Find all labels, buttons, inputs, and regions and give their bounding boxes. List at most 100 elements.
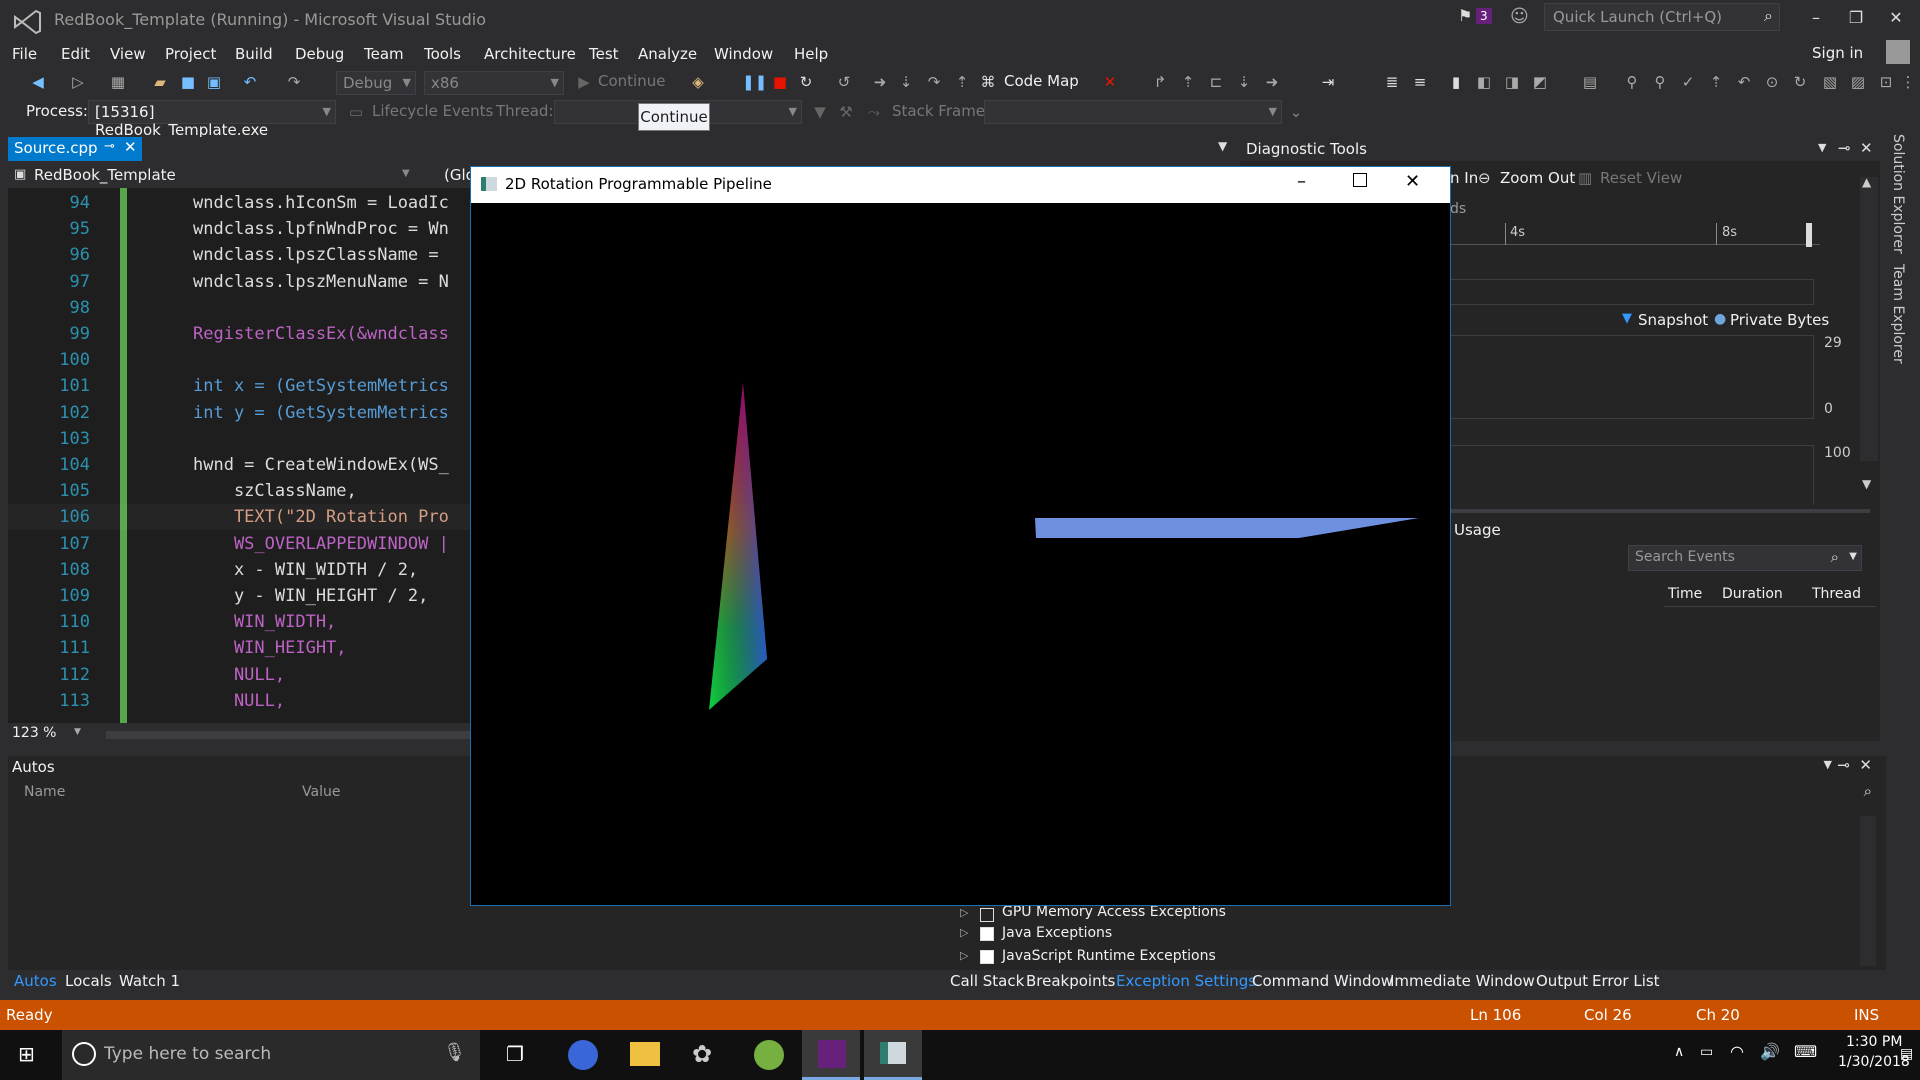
code-line[interactable]: 99 RegisterClassEx(&wndclass [8,321,470,347]
toolbar-icon-k[interactable]: ↶ [1734,72,1754,92]
tab-list-dropdown-icon[interactable]: ▼ [1218,139,1227,153]
code-line[interactable]: 101 int x = (GetSystemMetrics [8,373,470,399]
flag-threads-icon[interactable]: ⤳ [864,102,884,122]
zoom-out-icon[interactable]: ⊖ [1478,169,1491,187]
platform-dropdown[interactable]: x86 ▼ [424,71,564,95]
continue-button[interactable]: Continue [598,72,665,90]
taskbar-visual-studio[interactable] [802,1030,860,1080]
status-line[interactable]: Ln 106 [1470,1006,1521,1024]
save-all-icon[interactable]: ▣ [204,72,224,92]
tab-watch-1[interactable]: Watch 1 [119,972,180,990]
scroll-up-icon[interactable]: ▲ [1862,175,1871,189]
bookmark-prev-icon[interactable]: ◧ [1474,72,1494,92]
expand-icon[interactable]: ▷ [960,949,968,962]
show-hidden-icons-icon[interactable]: ∧ [1674,1044,1684,1060]
restore-button[interactable]: ❐ [1838,4,1874,32]
timeline-ruler[interactable]: 4s 8s [1450,223,1820,247]
toolbar-icon-f[interactable]: ▤ [1580,72,1600,92]
duration-column-header[interactable]: Duration [1722,586,1783,602]
toolbar-icon-c[interactable]: ⊏ [1206,72,1226,92]
tab-exception-settings[interactable]: Exception Settings [1116,972,1256,990]
bookmark-icon[interactable]: ▮ [1446,72,1466,92]
exception-row[interactable]: ▷ JavaScript Runtime Exceptions [960,947,1560,969]
firefox-icon[interactable] [568,1040,598,1070]
status-char[interactable]: Ch 20 [1696,1006,1740,1024]
code-line[interactable]: 111 WIN_HEIGHT, [8,635,470,661]
paint-icon[interactable]: ✿ [692,1040,712,1068]
step-icon[interactable]: ↺ [834,72,854,92]
quick-launch-input[interactable]: Quick Launch (Ctrl+Q) ⌕ [1544,3,1780,31]
filter-icon[interactable]: ▼ [810,102,830,122]
team-explorer-tab[interactable]: Team Explorer [1890,264,1906,364]
sign-in-link[interactable]: Sign in [1812,44,1863,62]
code-line[interactable]: 108 x - WIN_WIDTH / 2, [8,557,470,583]
tab-source-cpp[interactable]: Source.cpp ⊸ ✕ [8,137,142,161]
menu-analyze[interactable]: Analyze [638,42,697,68]
checkbox[interactable] [980,908,994,922]
usage-tab[interactable]: Usage [1454,521,1501,539]
notifications-icon[interactable]: ▤ [1900,1046,1913,1062]
toolbar-icon-p[interactable]: ⊡ [1876,72,1896,92]
menu-file[interactable]: File [12,42,37,68]
stack-frame-dropdown[interactable]: ▼ [984,100,1282,124]
keyboard-icon[interactable]: ⌨ [1794,1042,1817,1061]
menu-debug[interactable]: Debug [295,42,344,68]
close-button[interactable]: ✕ [1878,4,1914,32]
close-tab-icon[interactable]: ✕ [124,138,137,156]
code-line[interactable]: 97 wndclass.lpszMenuName = N [8,269,470,295]
continue-play-icon[interactable]: ▶ [574,72,594,92]
toolbar-icon-e[interactable]: ➜ [1262,72,1282,92]
show-next-statement-icon[interactable]: ➜ [870,72,890,92]
process-dropdown[interactable]: [15316] RedBook_Template.exe ▼ [88,100,336,139]
cpu-graph[interactable] [1450,445,1814,505]
threads-icon[interactable]: ⚒ [836,102,856,122]
bookmark-clear-icon[interactable]: ◩ [1530,72,1550,92]
file-explorer-icon[interactable] [630,1042,660,1066]
menu-help[interactable]: Help [794,42,828,68]
code-line[interactable]: 113 NULL, [8,688,470,714]
close-panel-icon[interactable]: ✕ [1860,139,1873,157]
step-into-icon[interactable]: ⇣ [896,72,916,92]
toolbar-icon-b[interactable]: ⇡ [1178,72,1198,92]
feedback-icon[interactable]: ☺ [1510,6,1534,30]
toolbar-icon-l[interactable]: ⊙ [1762,72,1782,92]
indent-icon[interactable]: ⇥ [1318,72,1338,92]
menu-architecture[interactable]: Architecture [484,42,576,68]
app-minimize-button[interactable]: – [1297,171,1306,192]
tab-command-window[interactable]: Command Window [1252,972,1393,990]
zoom-out-button[interactable]: Zoom Out [1500,169,1575,187]
code-line[interactable]: 103 [8,426,470,452]
pin-icon[interactable]: ⊸ [104,139,115,154]
task-view-icon[interactable]: ❐ [506,1042,524,1066]
pin-icon[interactable]: ⊸ [1838,139,1851,157]
code-line[interactable]: 112 NULL, [8,662,470,688]
redo-icon[interactable]: ↷ [284,72,304,92]
code-line[interactable]: 106 TEXT("2D Rotation Pro [8,504,470,530]
new-project-icon[interactable]: ▦ [108,72,128,92]
code-map-icon[interactable]: ⌘ [978,72,998,92]
menu-test[interactable]: Test [589,42,619,68]
menu-team[interactable]: Team [364,42,404,68]
toolbar-overflow-icon[interactable]: ⋮ [1898,72,1918,92]
code-line[interactable]: 96 wndclass.lpszClassName = [8,242,470,268]
toolbar-icon-i[interactable]: ✓ [1678,72,1698,92]
timeline-cursor[interactable] [1806,223,1812,247]
tab-output[interactable]: Output [1536,972,1588,990]
network-icon[interactable]: ◠ [1730,1042,1744,1061]
toolbar-icon-j[interactable]: ⇡ [1706,72,1726,92]
toolbar-icon-g[interactable]: ⚲ [1622,72,1642,92]
code-line[interactable]: 102 int y = (GetSystemMetrics [8,400,470,426]
project-dropdown[interactable]: RedBook_Template [34,166,176,184]
toolbar-icon-h[interactable]: ⚲ [1650,72,1670,92]
status-insert-mode[interactable]: INS [1854,1006,1879,1024]
app-window-titlebar[interactable]: 2D Rotation Programmable Pipeline – ✕ [471,167,1450,203]
code-line[interactable]: 100 [8,347,470,373]
reset-view-button[interactable]: Reset View [1600,169,1682,187]
menu-project[interactable]: Project [165,42,216,68]
toolbar-icon-o[interactable]: ▨ [1848,72,1868,92]
menu-window[interactable]: Window [714,42,773,68]
code-line[interactable]: 110 WIN_WIDTH, [8,609,470,635]
minimize-button[interactable]: – [1798,4,1834,32]
checkbox[interactable] [980,950,994,964]
undo-icon[interactable]: ↶ [240,72,260,92]
